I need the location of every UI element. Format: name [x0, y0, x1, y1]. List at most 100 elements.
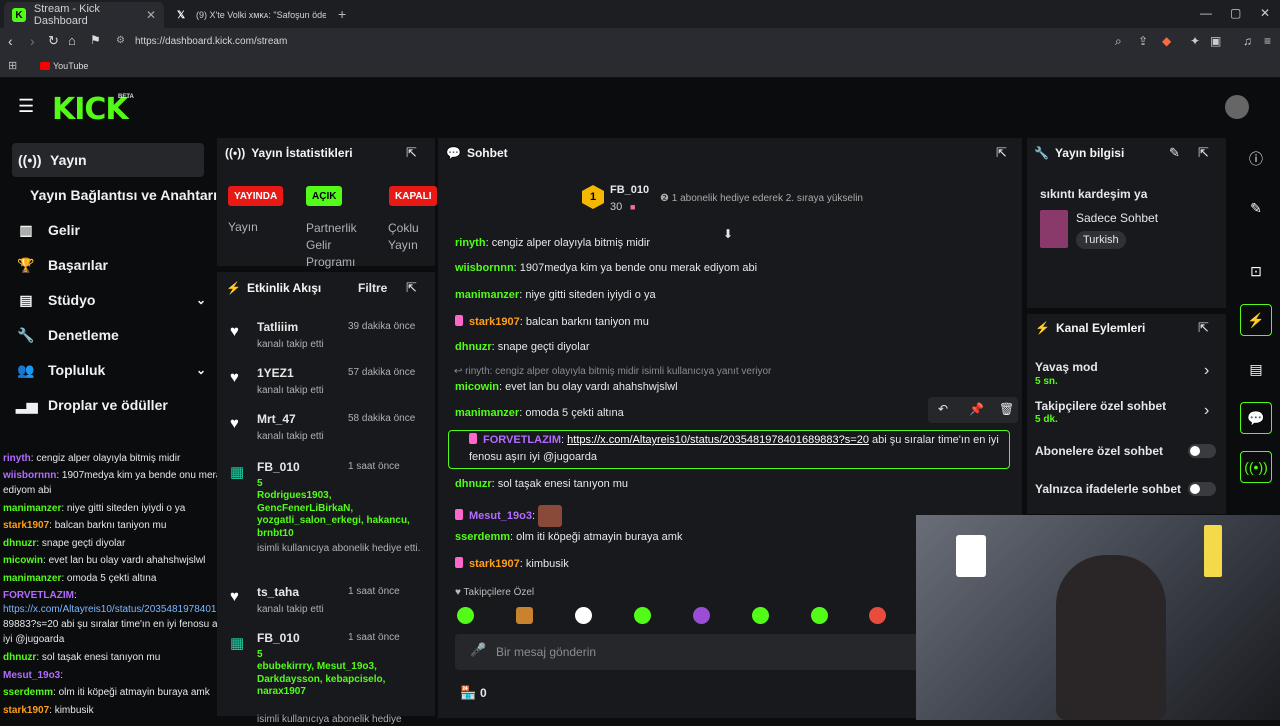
chat-username[interactable]: manimanzer [455, 407, 519, 419]
emote-icon[interactable] [752, 607, 769, 624]
filter-button[interactable]: Filtre [358, 281, 387, 295]
tab-x[interactable]: 𝕏 (9) X'te Volki xᴍᴋᴀ: "Safoşun ödediği … [166, 2, 336, 28]
zoom-icon[interactable]: ⌕ [1115, 34, 1122, 49]
chat-username[interactable]: stark1907 [469, 316, 520, 328]
feed-username[interactable]: Tatliiim [257, 320, 298, 334]
bookmark-icon[interactable]: ⚑ [90, 33, 101, 47]
avatar[interactable] [1225, 95, 1249, 119]
chat-username[interactable]: rinyth [455, 237, 486, 249]
apps-icon[interactable]: ⊞ [8, 59, 17, 72]
feed-username[interactable]: Mrt_47 [257, 412, 296, 426]
overlay-text: ediyom abi [3, 485, 52, 496]
chevron-right-icon[interactable]: › [1204, 362, 1209, 380]
sidebar-item-studyo[interactable]: ▤ Stüdyo ⌄ [16, 283, 206, 317]
chat-username[interactable]: wiisbornnn [455, 262, 514, 274]
chat-username[interactable]: Mesut_19o3 [469, 510, 532, 522]
sidebar-item-gelir[interactable]: ▥ Gelir [16, 213, 80, 247]
mic-icon[interactable]: 🎤 [470, 642, 486, 658]
home-icon[interactable]: ⌂ [68, 33, 76, 48]
subscribers-chat-toggle[interactable] [1188, 444, 1216, 458]
sidebar-item-label: Topluluk [48, 362, 106, 378]
feed-time: 1 saat önce [348, 461, 400, 472]
back-icon[interactable]: ‹ [8, 33, 13, 49]
screenshot-icon[interactable]: ⊡ [1240, 255, 1272, 287]
feed-username[interactable]: 1YEZ1 [257, 366, 294, 380]
url-bar: ‹ › ↻ ⌂ ⚑ ⚙ https://dashboard.kick.com/s… [0, 28, 1280, 56]
media-icon[interactable]: ♫ [1243, 34, 1252, 48]
maximize-icon[interactable]: ▢ [1230, 6, 1241, 20]
edit-icon[interactable]: ✎ [1169, 145, 1180, 161]
close-window-icon[interactable]: ✕ [1260, 6, 1270, 20]
wallet-icon[interactable]: ▣ [1210, 34, 1221, 48]
forward-icon[interactable]: › [30, 33, 35, 49]
brave-shield-icon[interactable]: ◆ [1162, 34, 1171, 48]
sidebar-item-yayin[interactable]: ((•)) Yayın [12, 143, 204, 177]
store-icon[interactable]: 🏪 [460, 685, 476, 701]
popout-icon[interactable]: ⇱ [406, 280, 417, 296]
emote-icon[interactable] [693, 607, 710, 624]
feed-username[interactable]: FB_010 [257, 460, 300, 474]
sidebar-item-droplar[interactable]: ▂▅ Droplar ve ödüller [16, 388, 168, 422]
tab-kick-dashboard[interactable]: K Stream - Kick Dashboard ✕ [4, 2, 164, 28]
emote-icon[interactable] [869, 607, 886, 624]
reply-action-icon[interactable]: ↶ [938, 402, 948, 416]
popout-icon[interactable]: ⇱ [406, 145, 417, 161]
popout-icon[interactable]: ⇱ [996, 145, 1007, 161]
popout-icon[interactable]: ⇱ [1198, 320, 1209, 336]
minimize-icon[interactable]: — [1200, 6, 1212, 20]
info-icon[interactable]: ⓘ [1240, 143, 1272, 175]
feed-username[interactable]: ts_taha [257, 585, 299, 599]
close-tab-icon[interactable]: ✕ [146, 8, 156, 22]
pin-action-icon[interactable]: 📌 [969, 402, 984, 416]
emote-icon[interactable] [811, 607, 828, 624]
reply-icon: ↩ [454, 366, 466, 377]
stat-label: Çoklu Yayın [388, 221, 419, 252]
bookmark-youtube[interactable]: YouTube [53, 61, 88, 71]
chat-text: niye gitti siteden iyiydi o ya [525, 289, 656, 301]
followers-chat-label: Takipçilere özel sohbet [1035, 399, 1167, 413]
overlay-chat-line: rinyth: cengiz alper olayıyla bitmiş mid… [3, 453, 180, 465]
emote-icon[interactable] [516, 607, 533, 624]
chat-username[interactable]: dhnuzr [455, 341, 492, 353]
sidebar-item-denetleme[interactable]: 🔧 Denetleme [16, 318, 119, 352]
sidebar-item-basarilar[interactable]: 🏆 Başarılar [16, 248, 108, 282]
emote-only-toggle[interactable] [1188, 482, 1216, 496]
chat-username[interactable]: dhnuzr [455, 478, 492, 490]
edit-icon[interactable]: ✎ [1240, 192, 1272, 224]
status-badge: AÇIK [306, 186, 343, 206]
category-name: Sadece Sohbet [1076, 211, 1159, 225]
leader-name[interactable]: FB_010 [610, 184, 649, 196]
delete-action-icon[interactable]: 🗑 [999, 402, 1014, 416]
url-input[interactable]: https://dashboard.kick.com/stream [135, 36, 287, 47]
stream-title: sıkıntı kardeşim ya [1040, 187, 1148, 201]
reload-icon[interactable]: ↻ [48, 33, 59, 49]
kick-logo[interactable]: KICK [52, 92, 129, 127]
sidebar-item-topluluk[interactable]: 👥 Topluluk ⌄ [16, 353, 206, 387]
sidebar-item-stream-key[interactable]: Yayın Bağlantısı ve Anahtarı [30, 178, 217, 212]
popout-icon[interactable]: ⇱ [1198, 145, 1209, 161]
emote-icon[interactable] [634, 607, 651, 624]
bolt-icon[interactable]: ⚡ [1240, 304, 1272, 336]
chat-username[interactable]: micowin [455, 381, 499, 393]
notes-icon[interactable]: ▤ [1240, 353, 1272, 385]
pinned-toggle-icon[interactable]: ⬇ [723, 227, 733, 241]
share-icon[interactable]: ⇪ [1138, 34, 1148, 48]
chat-text: omoda 5 çekti altına [525, 407, 624, 419]
menu-icon[interactable]: ≡ [1264, 34, 1271, 48]
chevron-right-icon[interactable]: › [1204, 402, 1209, 420]
gift-hint: ❷ 1 abonelik hediye ederek 2. sıraya yük… [660, 193, 863, 204]
feed-username[interactable]: FB_010 [257, 631, 300, 645]
broadcast-icon[interactable]: ((•)) [1240, 451, 1272, 483]
emote-icon[interactable] [575, 607, 592, 624]
site-info-icon[interactable]: ⚙ [116, 35, 125, 46]
chat-username[interactable]: sserdemm [455, 531, 510, 543]
chat-bubble-icon[interactable]: 💬 [1240, 402, 1272, 434]
new-tab-icon[interactable]: + [338, 6, 346, 22]
chat-username[interactable]: stark1907 [469, 558, 520, 570]
hamburger-menu-icon[interactable]: ☰ [18, 96, 34, 117]
chat-username[interactable]: manimanzer [455, 289, 519, 301]
gift-recipients: Rodrigues1903, GencFenerLiBirkaN, yozgat… [257, 490, 410, 539]
emote-icon[interactable] [457, 607, 474, 624]
overlay-username: rinyth [3, 453, 31, 464]
extensions-icon[interactable]: ✦ [1190, 34, 1200, 48]
